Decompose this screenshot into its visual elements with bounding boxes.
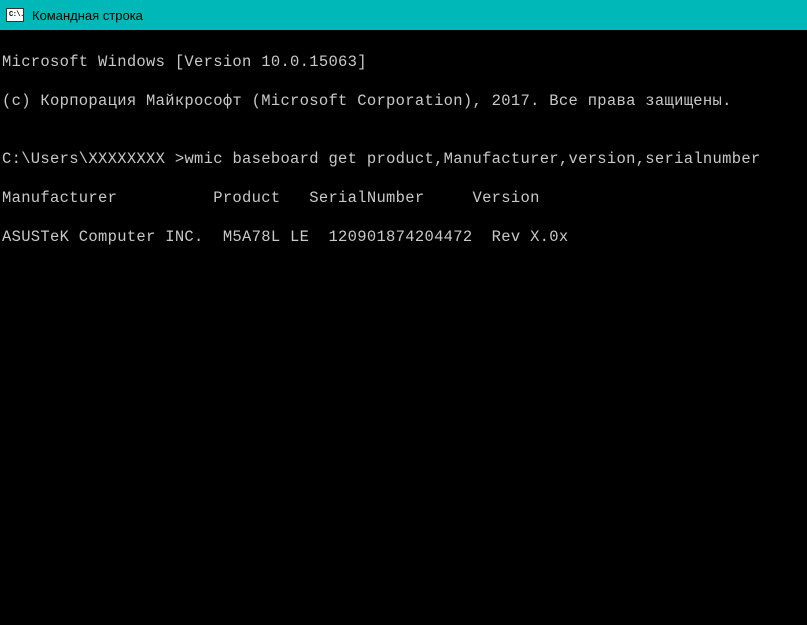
table-header-row: Manufacturer Product SerialNumber Versio… [2,189,805,209]
prompt: C:\Users\XXXXXXXX > [2,150,184,168]
window-titlebar[interactable]: C:\. Командная строка [0,0,807,30]
command-text: wmic baseboard get product,Manufacturer,… [184,150,760,168]
window-title: Командная строка [32,8,143,23]
cmd-icon: C:\. [6,8,24,22]
cmd-icon-text: C:\. [9,12,24,19]
terminal-output[interactable]: Microsoft Windows [Version 10.0.15063] (… [0,30,807,270]
command-line: C:\Users\XXXXXXXX >wmic baseboard get pr… [2,150,805,170]
table-data-row: ASUSTeK Computer INC. M5A78L LE 12090187… [2,228,805,248]
version-line: Microsoft Windows [Version 10.0.15063] [2,53,805,73]
copyright-line: (c) Корпорация Майкрософт (Microsoft Cor… [2,92,805,112]
